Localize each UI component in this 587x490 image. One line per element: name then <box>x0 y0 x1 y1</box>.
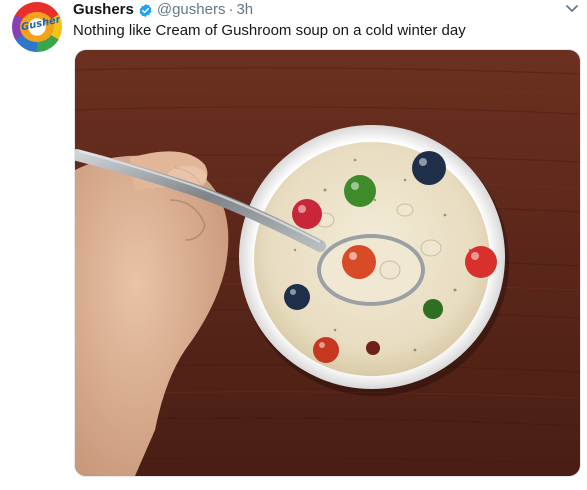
separator-dot: · <box>228 1 234 18</box>
chevron-down-icon[interactable] <box>565 3 579 15</box>
verified-badge-icon <box>139 3 152 17</box>
soup-bowl-photo <box>75 50 580 476</box>
avatar[interactable]: Gushers <box>12 2 62 52</box>
user-handle[interactable]: @gushers <box>157 1 226 19</box>
tweet-text: Nothing like Cream of Gushroom soup on a… <box>73 22 466 39</box>
display-name[interactable]: Gushers <box>73 1 134 19</box>
tweet: Gushers Gushers @gushers · 3h Nothing li… <box>0 0 587 490</box>
tweet-photo[interactable] <box>74 49 581 477</box>
tweet-timestamp[interactable]: 3h <box>236 1 253 19</box>
tweet-header: Gushers @gushers · 3h <box>73 1 253 19</box>
